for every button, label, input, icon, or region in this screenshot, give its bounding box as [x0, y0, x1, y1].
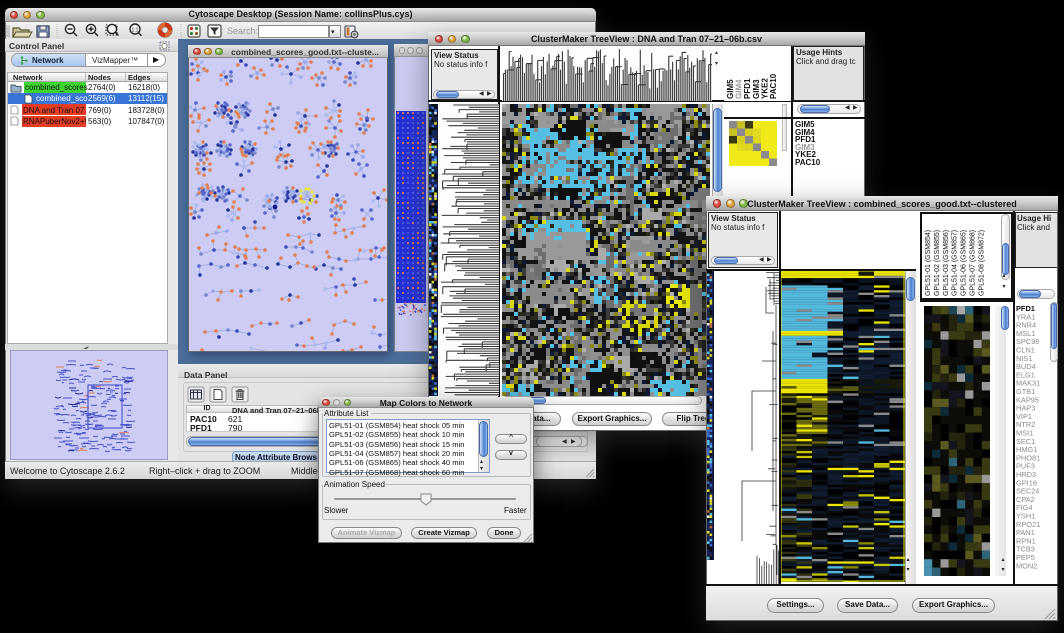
svg-text:GPL51-06 (GSM865): GPL51-06 (GSM865)	[961, 230, 968, 296]
svg-text:MON2: MON2	[1016, 561, 1037, 570]
svg-text:GPL51-04 (GSM857): GPL51-04 (GSM857)	[952, 230, 959, 296]
svg-text:1:1: 1:1	[132, 28, 139, 34]
svg-text:GPL51-01 (GSM854): GPL51-01 (GSM854)	[925, 230, 932, 296]
svg-text:GPL51-03 (GSM856): GPL51-03 (GSM856)	[943, 230, 950, 296]
svg-text:PAC10: PAC10	[769, 73, 778, 99]
svg-text:GPL51-08 (GSM872): GPL51-08 (GSM872)	[978, 230, 985, 296]
svg-text:GPL51-02 (GSM855): GPL51-02 (GSM855)	[934, 230, 941, 296]
svg-text:GPL51-07 (GSM868): GPL51-07 (GSM868)	[970, 230, 977, 296]
